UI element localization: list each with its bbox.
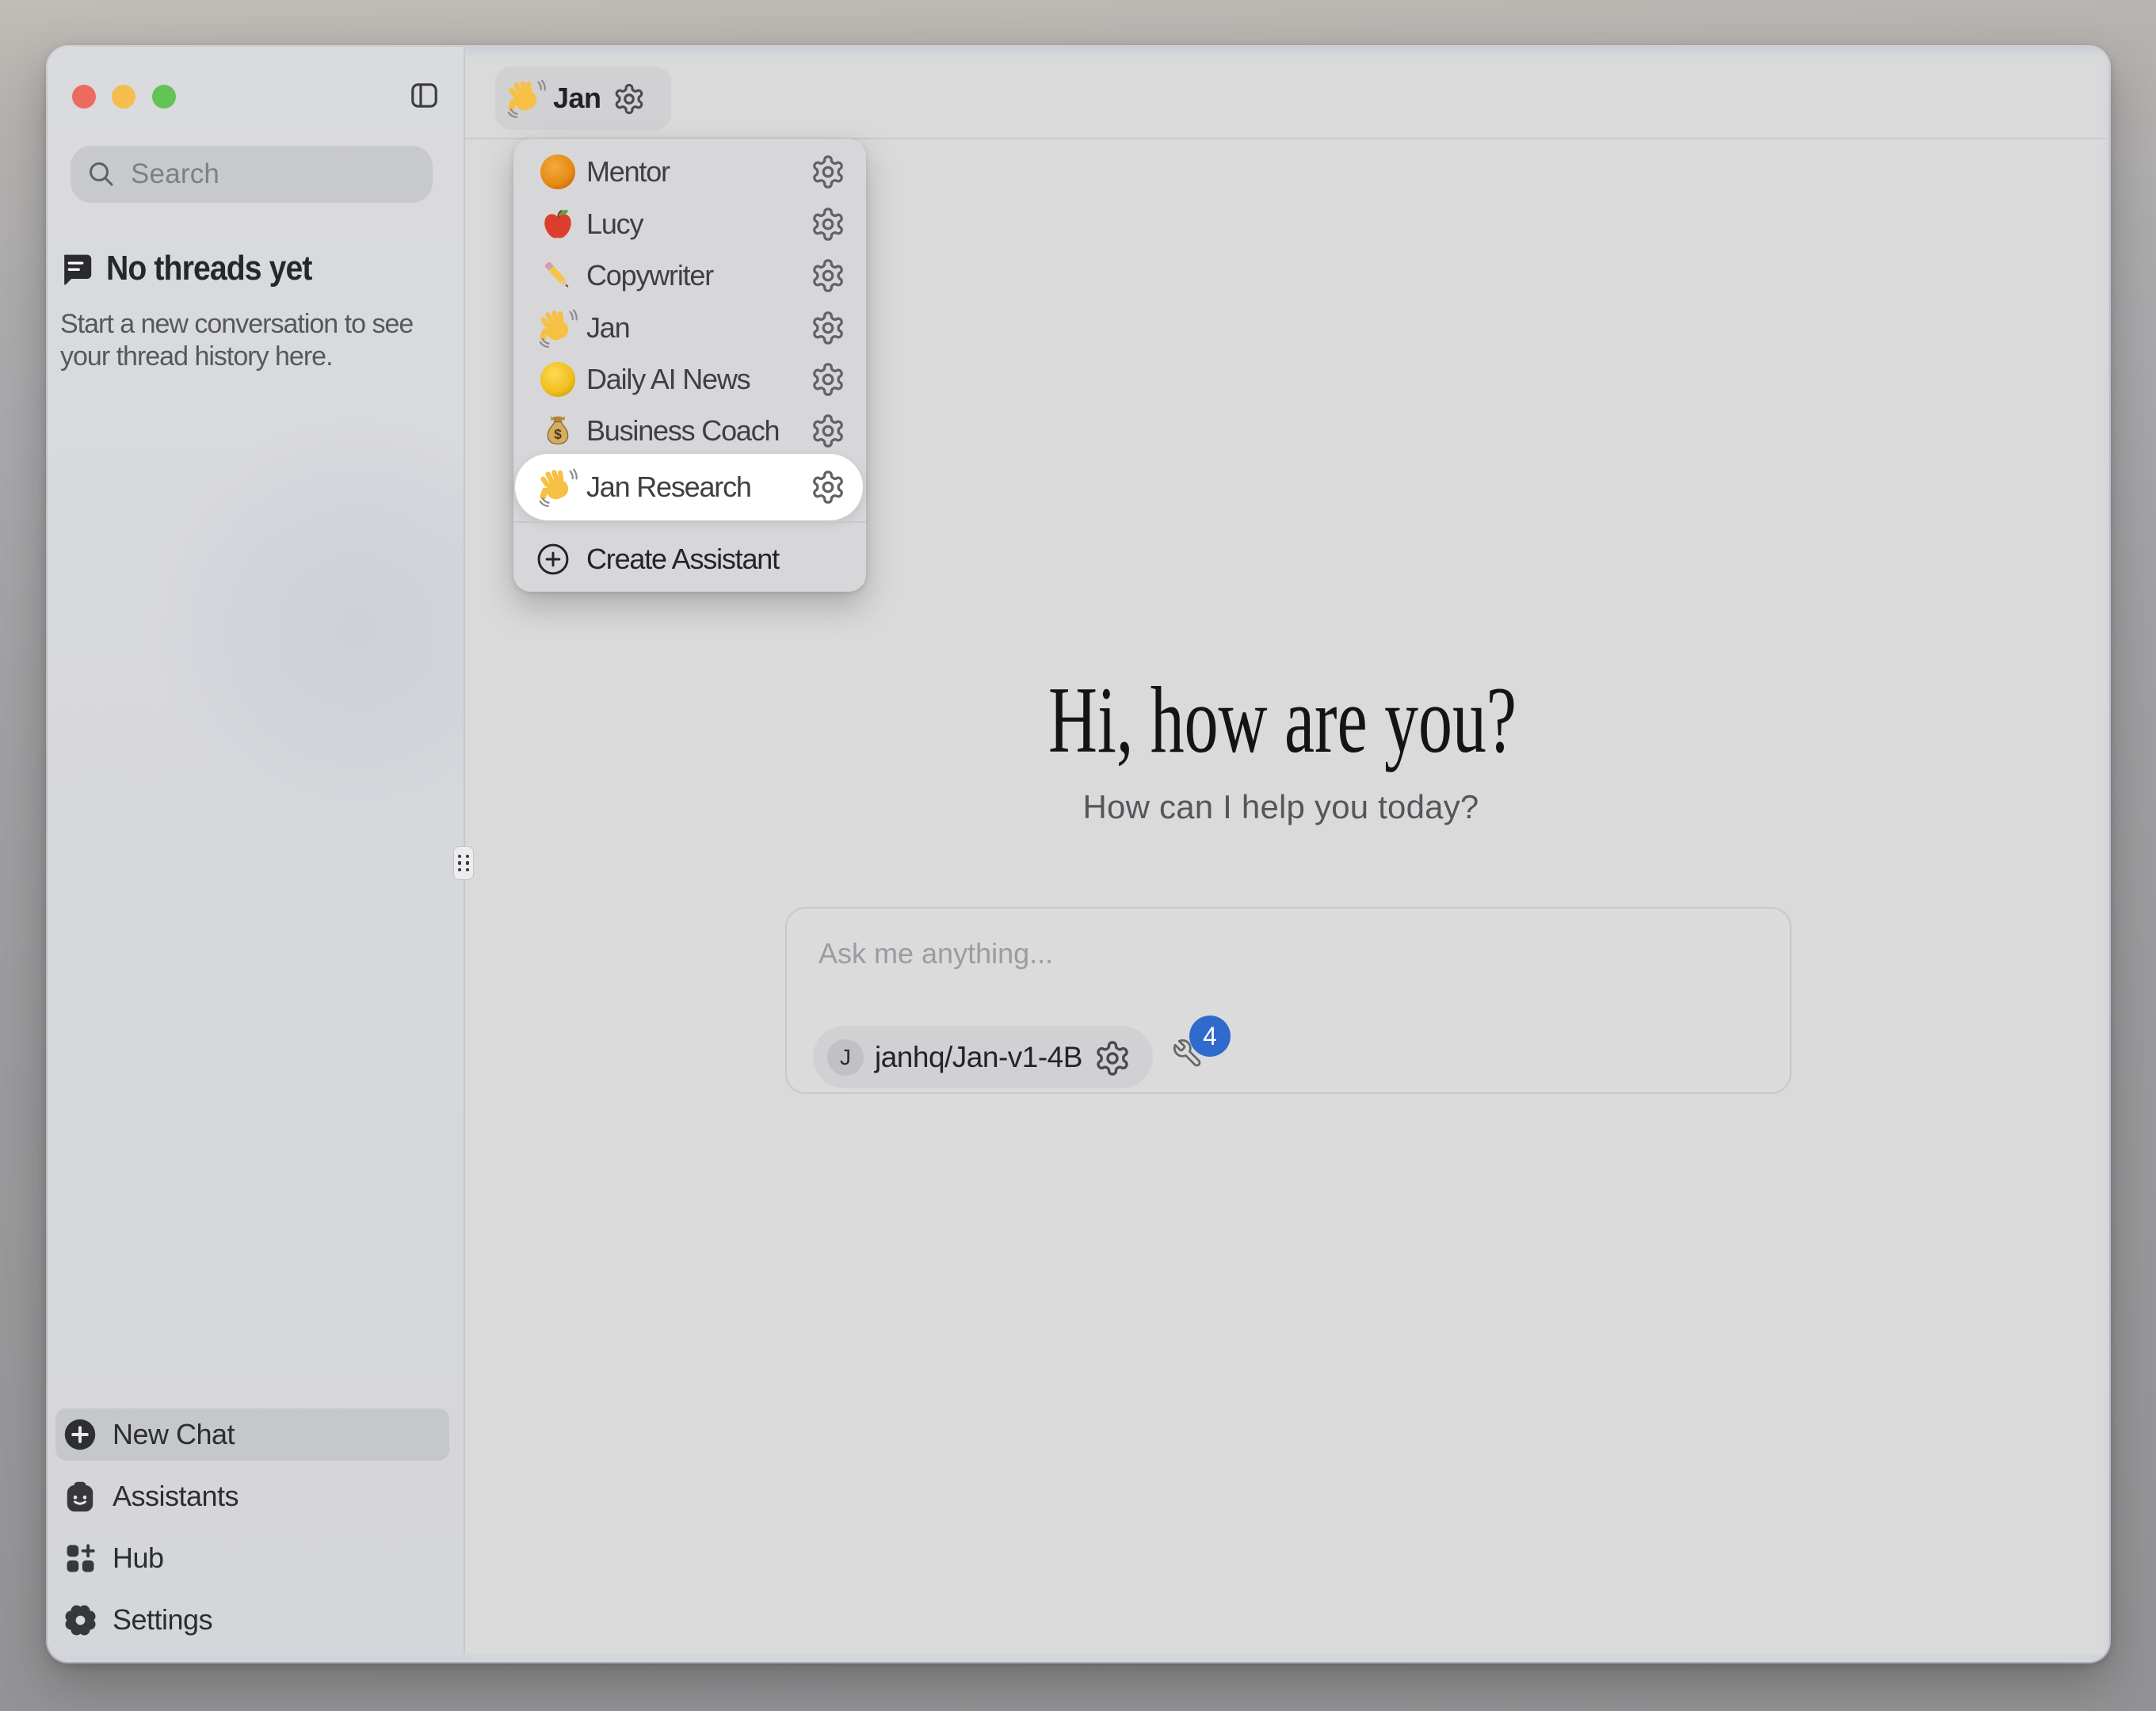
svg-text:$: $ xyxy=(554,426,562,442)
